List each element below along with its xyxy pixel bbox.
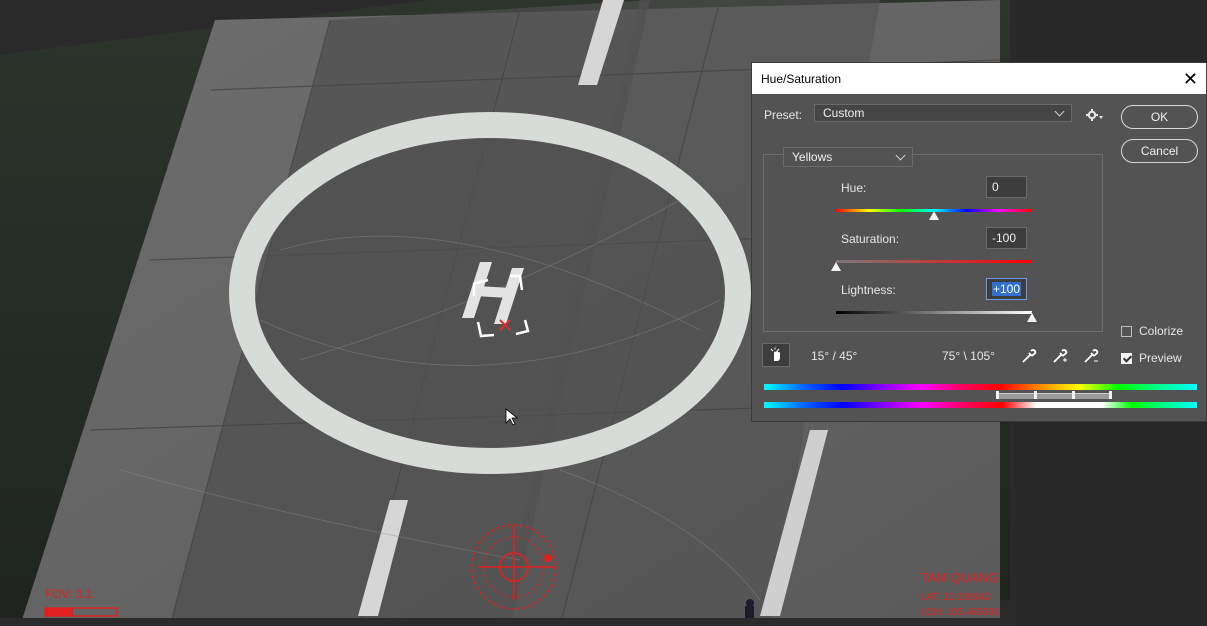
hue-slider-thumb[interactable] (929, 211, 939, 220)
colorize-label: Colorize (1139, 324, 1184, 338)
adjustment-group (763, 154, 1103, 332)
saturation-input[interactable]: -100 (986, 227, 1027, 249)
preset-dropdown[interactable]: Custom (814, 104, 1072, 122)
range-left-readout: 15° / 45° (811, 349, 858, 363)
dialog-titlebar[interactable]: Hue/Saturation ✕ (752, 63, 1206, 94)
colorize-checkbox[interactable] (1121, 326, 1132, 337)
eyedropper-plus-icon[interactable] (1051, 347, 1069, 365)
preset-value: Custom (823, 106, 865, 120)
channel-value: Yellows (792, 150, 833, 164)
location-name: TAM QUANG (921, 570, 999, 585)
chevron-down-icon (1054, 106, 1065, 116)
saturation-slider-thumb[interactable] (831, 262, 841, 271)
hue-label: Hue: (841, 181, 867, 195)
hue-input[interactable]: 0 (986, 176, 1027, 198)
close-icon[interactable]: ✕ (1183, 70, 1198, 88)
fov-readout: FOV: 3.1 (45, 587, 93, 601)
saturation-label: Saturation: (841, 232, 900, 246)
lightness-label: Lightness: (841, 283, 896, 297)
lightness-slider-thumb[interactable] (1027, 313, 1037, 322)
eyedropper-minus-icon[interactable] (1082, 347, 1100, 365)
color-range-bar-top (764, 384, 1197, 390)
preview-label: Preview (1139, 351, 1182, 365)
hue-saturation-dialog: Hue/Saturation ✕ Preset: Custom OK Cance… (751, 62, 1207, 422)
preset-label: Preset: (764, 108, 803, 122)
cancel-button[interactable]: Cancel (1121, 139, 1198, 163)
ok-button[interactable]: OK (1121, 105, 1198, 129)
range-handle-outer-right[interactable] (1109, 391, 1112, 399)
range-selector[interactable] (997, 393, 1110, 399)
eyedropper-icon[interactable] (1020, 347, 1038, 365)
color-range-bar-bottom (764, 402, 1197, 408)
latitude-readout: LAT: 21.038942 (921, 592, 991, 603)
preview-checkbox[interactable] (1121, 353, 1132, 364)
dialog-title: Hue/Saturation (761, 71, 842, 86)
range-handle-outer-left[interactable] (996, 391, 999, 399)
range-handle-inner-left[interactable] (1034, 391, 1037, 399)
channel-dropdown[interactable]: Yellows (783, 147, 913, 167)
lightness-slider-track[interactable] (836, 311, 1032, 314)
hand-target-icon[interactable] (762, 343, 790, 367)
gear-icon[interactable] (1084, 107, 1104, 123)
saturation-slider-track[interactable] (836, 260, 1032, 263)
chevron-down-icon (895, 150, 906, 160)
range-right-readout: 75° \ 105° (942, 349, 995, 363)
longitude-readout: LON: 105.489391 (921, 607, 1000, 618)
lightness-input[interactable]: +100 (986, 278, 1027, 300)
range-handle-inner-right[interactable] (1072, 391, 1075, 399)
